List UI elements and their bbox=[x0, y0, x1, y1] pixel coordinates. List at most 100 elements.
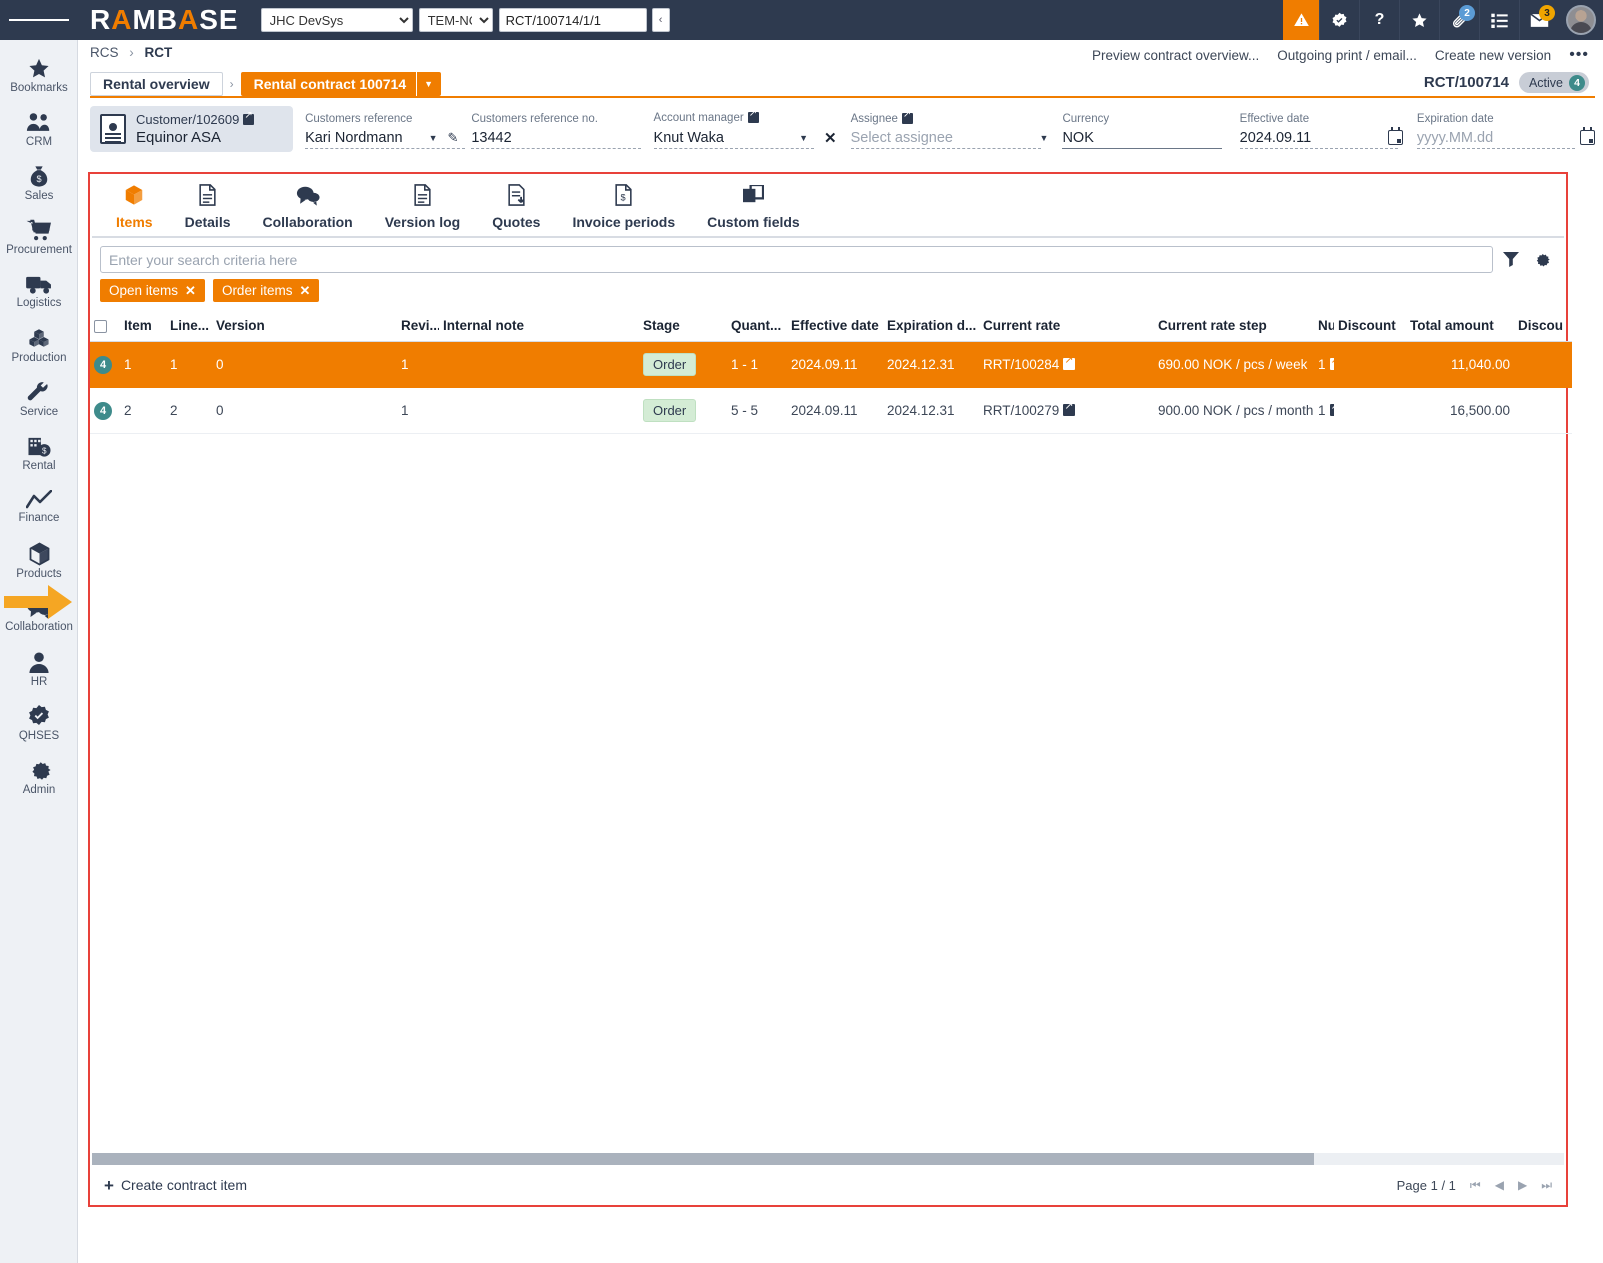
tab-collaboration[interactable]: Collaboration bbox=[247, 185, 369, 236]
chevron-down-icon[interactable]: ▼ bbox=[799, 133, 808, 143]
cell-number[interactable]: 1 bbox=[1314, 388, 1334, 434]
sidebar-item-sales[interactable]: $ Sales bbox=[0, 156, 78, 210]
field-account-manager[interactable]: Account manager Knut Waka ▼ ✕ bbox=[654, 106, 837, 152]
current-rate-link[interactable]: RRT/100284 bbox=[983, 357, 1059, 372]
messages-icon[interactable]: 3 bbox=[1519, 0, 1559, 40]
language-select[interactable]: TEM-NO bbox=[419, 8, 493, 32]
col-current-rate[interactable]: Current rate bbox=[979, 312, 1154, 342]
col-total-amount[interactable]: Total amount bbox=[1406, 312, 1514, 342]
breadcrumb-root[interactable]: RCS bbox=[90, 45, 119, 60]
external-link-icon[interactable] bbox=[1330, 404, 1334, 416]
tab-details[interactable]: Details bbox=[169, 184, 247, 236]
col-discount[interactable]: Discount bbox=[1334, 312, 1406, 342]
current-rate-link[interactable]: RRT/100279 bbox=[983, 403, 1059, 418]
select-all-cell[interactable] bbox=[90, 312, 120, 342]
chevron-down-icon[interactable]: ▼ bbox=[416, 72, 440, 96]
status-badge[interactable]: Active 4 bbox=[1519, 72, 1589, 93]
external-link-icon[interactable] bbox=[902, 113, 913, 124]
company-select[interactable]: JHC DevSys bbox=[261, 8, 413, 32]
sidebar-item-bookmarks[interactable]: Bookmarks bbox=[0, 48, 78, 102]
favorites-icon[interactable] bbox=[1399, 0, 1439, 40]
chevron-down-icon[interactable]: ▼ bbox=[1040, 133, 1049, 143]
tab-rental-contract[interactable]: Rental contract 100714 ▼ bbox=[241, 72, 441, 96]
external-link-icon[interactable] bbox=[1063, 358, 1075, 370]
customer-card[interactable]: Customer/102609 Equinor ASA bbox=[90, 106, 293, 152]
create-new-version-link[interactable]: Create new version bbox=[1435, 48, 1551, 63]
attachments-icon[interactable]: 2 bbox=[1439, 0, 1479, 40]
gear-icon[interactable] bbox=[1533, 251, 1550, 268]
col-item[interactable]: Item bbox=[120, 312, 166, 342]
external-link-icon[interactable] bbox=[243, 114, 254, 125]
table-row[interactable]: 4 1 1 0 1 Order 1 - 1 2024.09.11 2024.12… bbox=[90, 342, 1572, 388]
col-expiration-date[interactable]: Expiration d... bbox=[883, 312, 979, 342]
sidebar-item-finance[interactable]: Finance bbox=[0, 480, 78, 534]
field-customers-reference-no[interactable]: Customers reference no. 13442 bbox=[471, 106, 639, 152]
cell-current-rate[interactable]: RRT/100284 bbox=[979, 342, 1154, 388]
stage-badge[interactable]: Order bbox=[643, 399, 696, 422]
chip-open-items[interactable]: Open items ✕ bbox=[100, 279, 205, 302]
scrollbar-thumb[interactable] bbox=[92, 1153, 1314, 1165]
tab-rental-overview[interactable]: Rental overview bbox=[90, 72, 223, 96]
sidebar-item-admin[interactable]: Admin bbox=[0, 750, 78, 804]
sidebar-item-hr[interactable]: HR bbox=[0, 642, 78, 696]
cell-current-rate[interactable]: RRT/100279 bbox=[979, 388, 1154, 434]
sidebar-item-crm[interactable]: CRM bbox=[0, 102, 78, 156]
col-revision[interactable]: Revi... bbox=[397, 312, 439, 342]
sidebar-item-products[interactable]: Products bbox=[0, 534, 78, 588]
sidebar-item-production[interactable]: Production bbox=[0, 318, 78, 372]
sidebar-item-logistics[interactable]: Logistics bbox=[0, 264, 78, 318]
tab-quotes[interactable]: Quotes bbox=[476, 184, 556, 236]
cell-number[interactable]: 1 bbox=[1314, 342, 1334, 388]
chip-order-items[interactable]: Order items ✕ bbox=[213, 279, 319, 302]
tab-items[interactable]: Items bbox=[100, 184, 169, 236]
prev-page-icon[interactable]: ◀ bbox=[1495, 1178, 1504, 1192]
field-customers-reference[interactable]: Customers reference Kari Nordmann ▼ ✎ bbox=[305, 106, 463, 152]
customer-id[interactable]: Customer/102609 bbox=[136, 112, 239, 127]
menu-icon[interactable] bbox=[0, 0, 78, 40]
stage-badge[interactable]: Order bbox=[643, 353, 696, 376]
tasklist-icon[interactable] bbox=[1479, 0, 1519, 40]
last-page-icon[interactable]: ⏭ bbox=[1541, 1178, 1552, 1193]
field-currency[interactable]: Currency NOK bbox=[1062, 106, 1225, 152]
col-current-rate-step[interactable]: Current rate step bbox=[1154, 312, 1314, 342]
table-row[interactable]: 4 2 2 0 1 Order 5 - 5 2024.09.11 2024.12… bbox=[90, 388, 1572, 434]
sidebar-item-service[interactable]: Service bbox=[0, 372, 78, 426]
avatar[interactable] bbox=[1559, 0, 1603, 40]
alert-icon[interactable] bbox=[1283, 0, 1319, 40]
field-effective-date[interactable]: Effective date 2024.09.11 bbox=[1240, 106, 1403, 152]
tab-invoice-periods[interactable]: $ Invoice periods bbox=[556, 184, 691, 236]
calendar-icon[interactable] bbox=[1388, 130, 1403, 145]
close-icon[interactable]: ✕ bbox=[299, 283, 310, 299]
tab-version-log[interactable]: Version log bbox=[369, 184, 476, 236]
edit-pencil-icon[interactable]: ✎ bbox=[448, 130, 459, 146]
document-search-input[interactable] bbox=[499, 8, 647, 32]
sidebar-item-collaboration[interactable]: Collaboration bbox=[0, 588, 78, 642]
breadcrumb-current[interactable]: RCT bbox=[145, 45, 173, 60]
col-stage[interactable]: Stage bbox=[639, 312, 727, 342]
col-number[interactable]: Num... bbox=[1314, 312, 1334, 342]
sidebar-item-qhses[interactable]: QHSES bbox=[0, 696, 78, 750]
clear-icon[interactable]: ✕ bbox=[824, 129, 837, 147]
preview-contract-overview-link[interactable]: Preview contract overview... bbox=[1092, 48, 1259, 63]
col-version[interactable]: Version bbox=[212, 312, 397, 342]
external-link-icon[interactable] bbox=[748, 112, 759, 123]
col-internal-note[interactable]: Internal note bbox=[439, 312, 639, 342]
tab-custom-fields[interactable]: Custom fields bbox=[691, 185, 816, 236]
more-actions-icon[interactable]: ••• bbox=[1569, 46, 1589, 64]
filter-icon[interactable] bbox=[1503, 252, 1519, 267]
sidebar-item-rental[interactable]: $ Rental bbox=[0, 426, 78, 480]
help-icon[interactable]: ? bbox=[1359, 0, 1399, 40]
collapse-panel-button[interactable]: ‹ bbox=[652, 8, 670, 32]
external-link-icon[interactable] bbox=[1063, 404, 1075, 416]
field-assignee[interactable]: Assignee Select assignee ▼ bbox=[851, 106, 1049, 152]
outgoing-print-email-link[interactable]: Outgoing print / email... bbox=[1277, 48, 1417, 63]
chevron-down-icon[interactable]: ▼ bbox=[429, 133, 438, 143]
col-quantity[interactable]: Quant... bbox=[727, 312, 787, 342]
next-page-icon[interactable]: ▶ bbox=[1518, 1178, 1527, 1192]
field-expiration-date[interactable]: Expiration date yyyy.MM.dd bbox=[1417, 106, 1595, 152]
col-line[interactable]: Line... bbox=[166, 312, 212, 342]
sidebar-item-procurement[interactable]: Procurement bbox=[0, 210, 78, 264]
first-page-icon[interactable]: ⏮ bbox=[1470, 1178, 1481, 1193]
select-all-checkbox[interactable] bbox=[94, 320, 107, 333]
col-discount-2[interactable]: Discou bbox=[1514, 312, 1572, 342]
